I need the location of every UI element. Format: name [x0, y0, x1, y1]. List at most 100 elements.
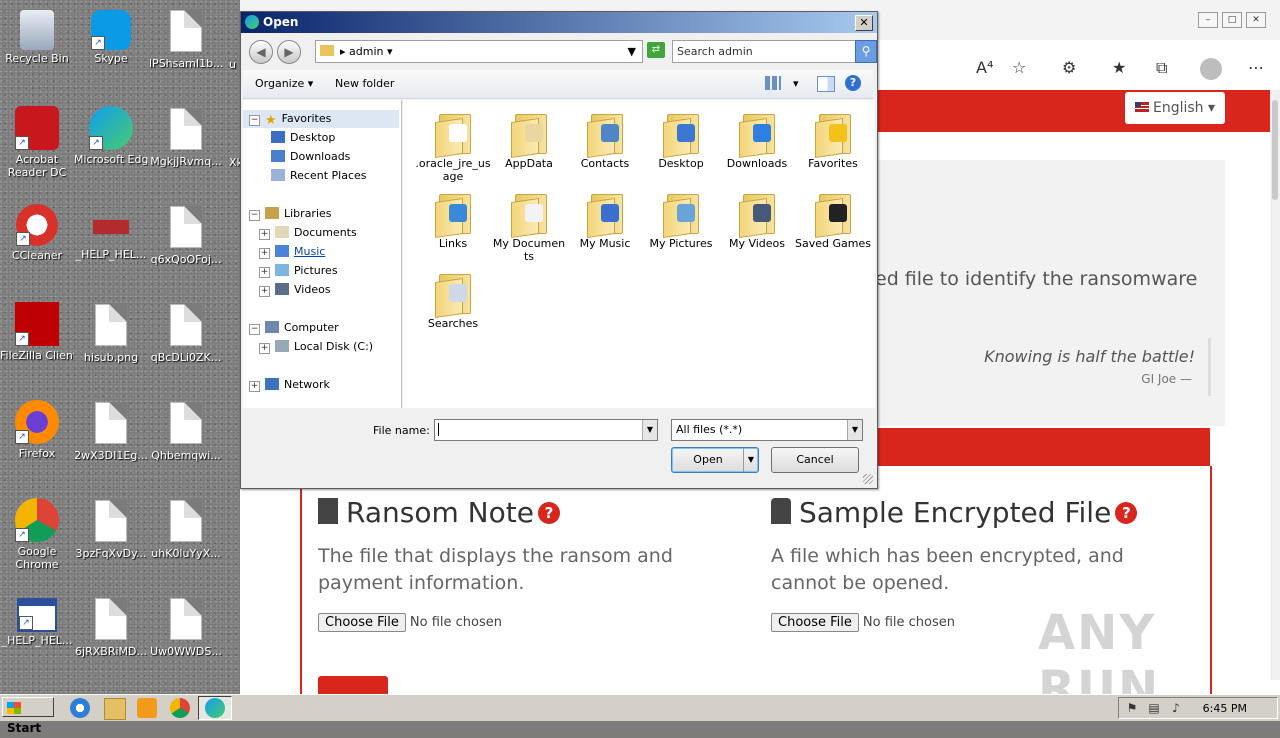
file-item[interactable]: Favorites — [795, 106, 871, 170]
file-item-label: Desktop — [658, 157, 704, 170]
file-item[interactable]: My Music — [567, 186, 643, 250]
file-item[interactable]: Contacts — [567, 106, 643, 170]
chrome-icon[interactable] — [170, 698, 190, 718]
desktop-icon-3[interactable]: lPShsamI1b... — [149, 8, 223, 70]
upload-submit-button[interactable] — [318, 676, 388, 694]
resize-grip[interactable] — [863, 474, 873, 484]
nav-recent-places[interactable]: Recent Places — [271, 167, 367, 185]
language-select[interactable]: English ▾ — [1125, 92, 1225, 124]
desktop-icon-16[interactable]: ↗ Google Chrome — [0, 498, 74, 571]
page-scrollbar[interactable] — [1270, 90, 1280, 680]
clock: 6:45 PM — [1202, 702, 1247, 715]
file-name-input[interactable]: ▼ — [434, 419, 658, 441]
file-type-dropdown-icon[interactable]: ▼ — [847, 420, 862, 440]
nav-favorites[interactable]: − ★ Favorites — [243, 110, 399, 128]
file-item[interactable]: Links — [415, 186, 491, 250]
desktop-icon-1[interactable]: Recycle Bin — [0, 8, 74, 65]
file-item[interactable]: Downloads — [719, 106, 795, 170]
desktop-icon-14[interactable]: 2wX3DI1Eg... — [74, 400, 148, 462]
desktop-icon-6[interactable]: MgkjJRvmq... — [149, 106, 223, 168]
more-menu-icon[interactable]: ⋯ — [1248, 58, 1264, 77]
nav-pictures[interactable]: + Pictures — [259, 262, 338, 280]
desktop-icon-19[interactable]: ↗ _HELP_HEL... — [0, 596, 74, 647]
file-item[interactable]: Searches — [415, 266, 491, 330]
address-bar[interactable]: ▸ admin ▾ ▼ — [315, 40, 643, 63]
taskbar-edge-button[interactable] — [198, 696, 232, 720]
refresh-button[interactable]: ⇄ — [647, 42, 665, 58]
view-dropdown-icon[interactable]: ▾ — [793, 77, 799, 90]
close-button[interactable]: ✕ — [1246, 12, 1266, 28]
nav-libraries[interactable]: − Libraries — [249, 205, 332, 223]
desktop-icon-11[interactable]: hisub.png — [74, 302, 148, 364]
forward-button[interactable]: ▶ — [277, 40, 301, 64]
nav-computer[interactable]: − Computer — [249, 319, 339, 337]
chrome-icon: ↗ — [15, 498, 59, 542]
search-icon[interactable]: ⚲ — [855, 40, 877, 63]
desktop-icon-2[interactable]: ↗ Skype — [74, 8, 148, 65]
desktop-icon-9[interactable]: q6xQoOFoj... — [149, 204, 223, 266]
network-tray-icon[interactable]: ▤ — [1147, 701, 1161, 715]
nav-music[interactable]: + Music — [259, 243, 325, 261]
desktop-icon-12[interactable]: qBcDLi0ZK... — [149, 302, 223, 364]
nav-network[interactable]: + Network — [249, 376, 330, 394]
search-input[interactable]: Search admin — [672, 40, 856, 63]
desktop-icon-20[interactable]: 6jRXBRiMD... — [74, 596, 148, 658]
ie-icon[interactable] — [70, 698, 90, 718]
file-icon — [89, 500, 133, 544]
ransom-note-choose-file-button[interactable]: Choose File — [318, 613, 406, 632]
file-item[interactable]: AppData — [491, 106, 567, 170]
preview-pane-icon[interactable] — [817, 76, 835, 92]
desktop-icon-13[interactable]: ↗ Firefox — [0, 400, 74, 460]
sample-file-choose-file-button[interactable]: Choose File — [771, 613, 859, 632]
desktop-icon-18[interactable]: uhK0luYyX... — [149, 498, 223, 560]
desktop-icon-17[interactable]: 3pzFqXvDy... — [74, 498, 148, 560]
nav-downloads[interactable]: Downloads — [271, 148, 350, 166]
media-player-icon[interactable] — [137, 698, 157, 718]
help-icon[interactable]: ? — [1115, 502, 1138, 524]
back-button[interactable]: ◀ — [249, 40, 273, 64]
add-favorite-icon[interactable]: ☆ — [1012, 58, 1026, 77]
favorites-icon[interactable]: ★ — [1112, 58, 1126, 77]
cancel-button[interactable]: Cancel — [771, 447, 859, 473]
profile-avatar[interactable] — [1200, 58, 1222, 80]
file-name-dropdown-icon[interactable]: ▼ — [642, 420, 657, 440]
file-item[interactable]: .oracle_jre_usage — [415, 106, 491, 183]
desktop-icon-4[interactable]: ↗ Acrobat Reader DC — [0, 106, 74, 179]
help-icon[interactable]: ? — [845, 75, 861, 91]
file-item-label: Favorites — [808, 157, 858, 170]
nav-documents[interactable]: + Documents — [259, 224, 357, 242]
read-aloud-icon[interactable]: A⁴ — [976, 58, 993, 77]
desktop-icon-10[interactable]: ↗ FileZilla Client — [0, 302, 74, 362]
contacts-folder-icon — [587, 110, 623, 158]
maximize-button[interactable]: □ — [1222, 12, 1242, 28]
nav-desktop[interactable]: Desktop — [271, 129, 335, 147]
nav-videos[interactable]: + Videos — [259, 281, 331, 299]
desktop-icon-5[interactable]: ↗ Microsoft Edge — [74, 106, 148, 166]
start-button[interactable]: Start — [2, 697, 54, 735]
desktop-icon-7[interactable]: ↗ CCleaner — [0, 204, 74, 262]
dialog-close-button[interactable]: ✕ — [855, 15, 873, 31]
view-options-icon[interactable] — [765, 76, 781, 90]
new-folder-button[interactable]: New folder — [335, 77, 394, 90]
explorer-icon[interactable] — [104, 698, 126, 720]
desktop-icon-21[interactable]: Uw0WWDS... — [149, 596, 223, 658]
extensions-icon[interactable]: ⚙ — [1062, 58, 1076, 77]
file-type-select[interactable]: All files (*.*) ▼ — [671, 419, 863, 441]
open-button[interactable]: Open ▼ — [671, 447, 759, 473]
help-icon[interactable]: ? — [537, 502, 560, 524]
open-split-dropdown-icon[interactable]: ▼ — [743, 448, 758, 472]
organize-button[interactable]: Organize ▾ — [255, 77, 313, 90]
address-dropdown-icon[interactable]: ▼ — [628, 41, 636, 62]
action-center-icon[interactable]: ⚑ — [1125, 701, 1139, 715]
file-item[interactable]: My Documents — [491, 186, 567, 263]
collections-icon[interactable]: ⧉ — [1156, 58, 1167, 78]
file-item[interactable]: My Pictures — [643, 186, 719, 250]
minimize-button[interactable]: – — [1198, 12, 1218, 28]
nav-local-disk[interactable]: + Local Disk (C:) — [259, 338, 373, 356]
file-item[interactable]: Desktop — [643, 106, 719, 170]
desktop-icon-8[interactable]: _HELP_HEL... — [74, 204, 148, 261]
file-item[interactable]: Saved Games — [795, 186, 871, 250]
file-item[interactable]: My Videos — [719, 186, 795, 250]
volume-icon[interactable]: ♪ — [1169, 701, 1183, 715]
desktop-icon-15[interactable]: Qhbemqwi... — [149, 400, 223, 462]
